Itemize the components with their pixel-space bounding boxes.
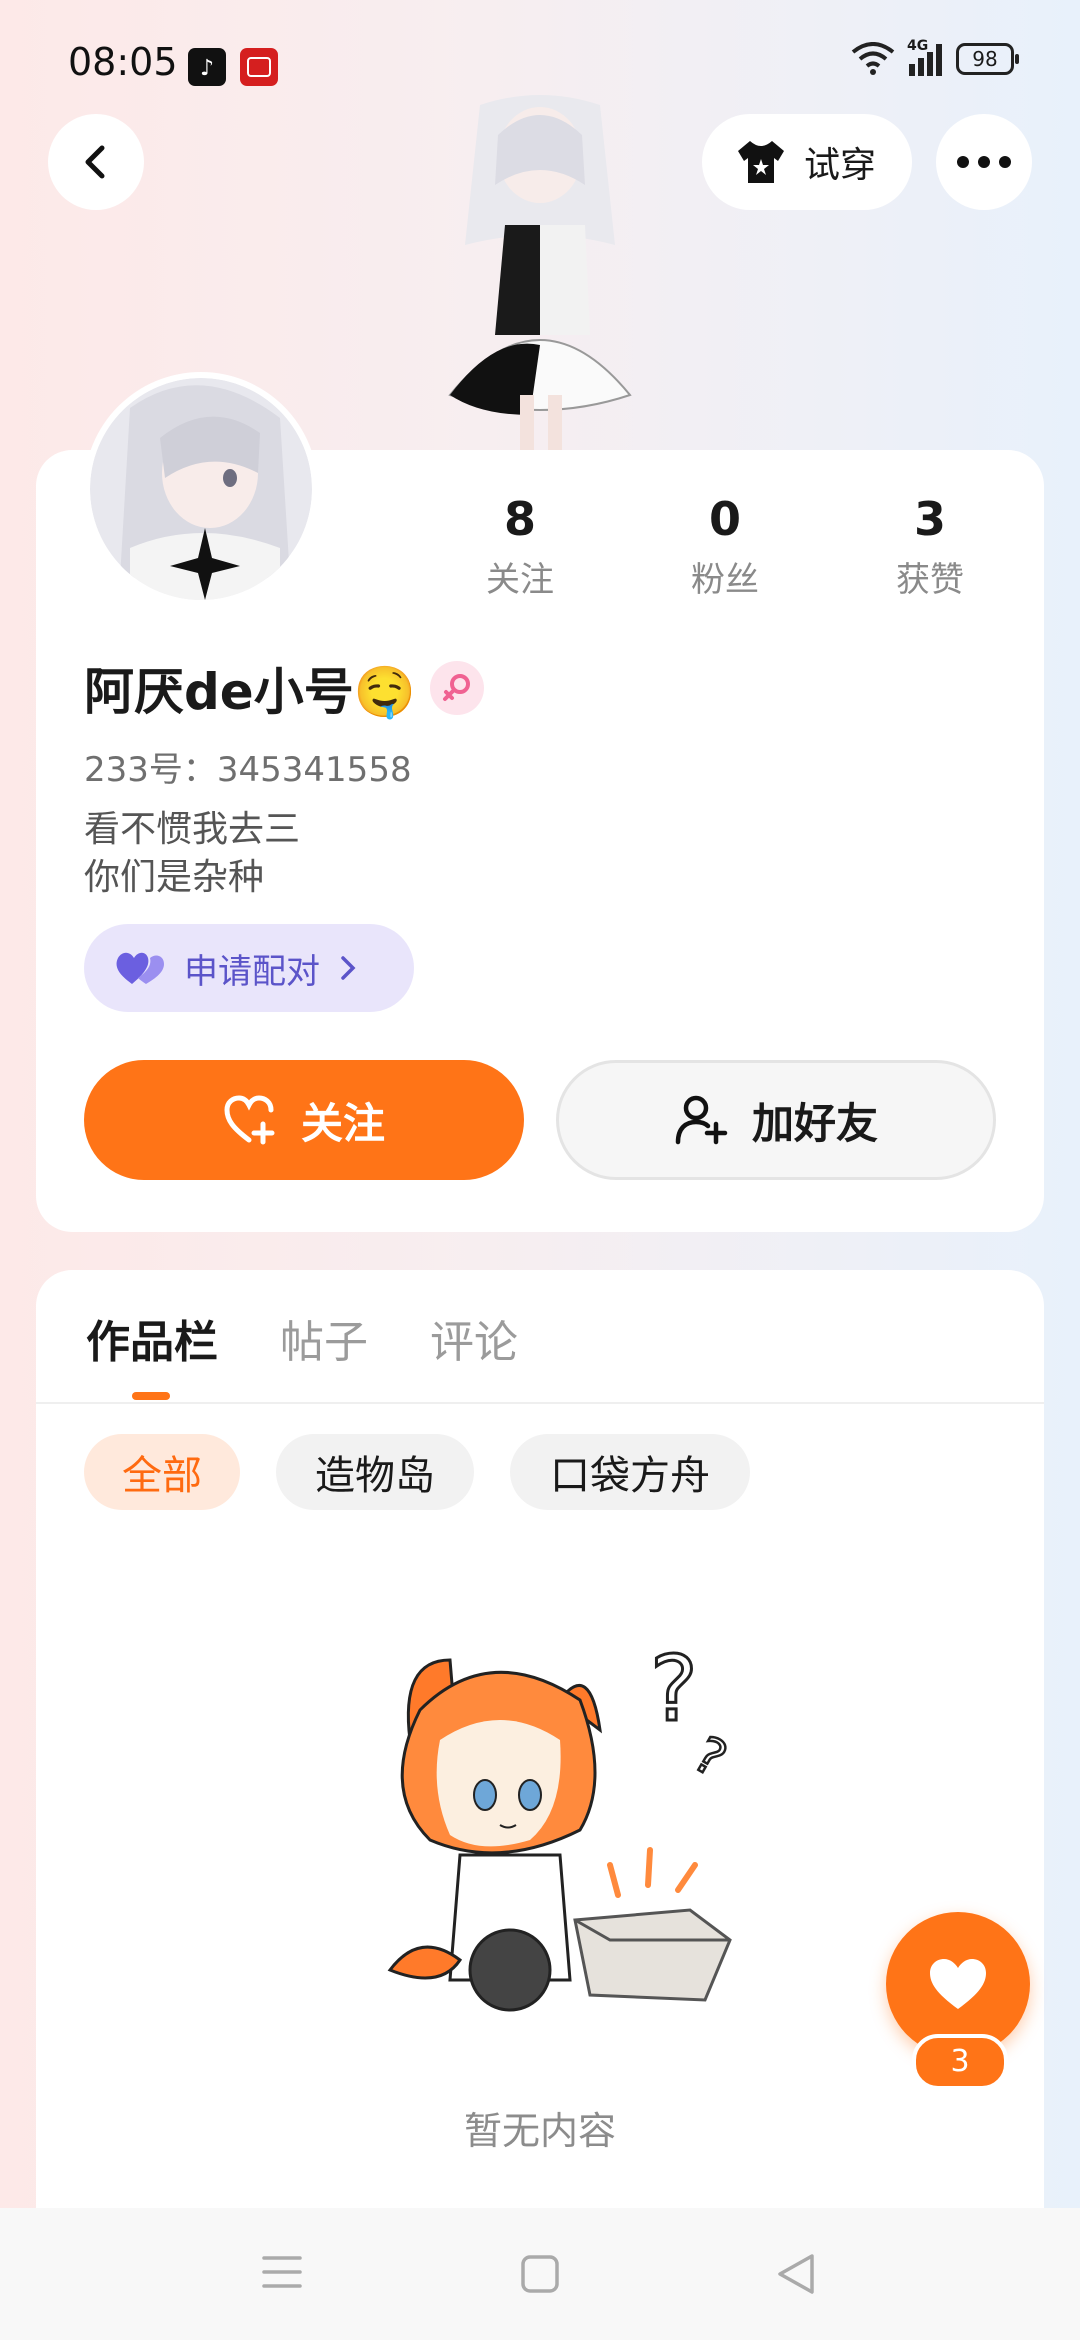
- filter-all[interactable]: 全部: [84, 1434, 240, 1510]
- tiktok-app-icon: ♪: [188, 48, 226, 86]
- bio-line: 你们是杂种: [84, 857, 265, 898]
- follow-label: 关注: [300, 1098, 385, 1148]
- heart-icon: [930, 1959, 986, 2009]
- profile-name: 阿厌de小号🤤: [84, 663, 416, 721]
- stat-value: 3: [913, 492, 946, 546]
- heart-plus-icon: [224, 1095, 275, 1145]
- try-on-button[interactable]: 试穿: [702, 114, 912, 210]
- filter-pocket-ark[interactable]: 口袋方舟: [510, 1434, 750, 1510]
- bio-line: 看不惯我去三: [84, 809, 301, 850]
- stat-likes[interactable]: 3 获赞: [850, 492, 1010, 601]
- signal-icon: 4G: [907, 38, 942, 76]
- battery-icon: 98: [956, 43, 1019, 75]
- request-pair-button[interactable]: 申请配对: [84, 924, 414, 1012]
- tab-works[interactable]: 作品栏: [86, 1306, 218, 1370]
- home-icon[interactable]: [520, 2254, 560, 2294]
- pair-label: 申请配对: [184, 951, 320, 992]
- like-count-badge: 3: [912, 2034, 1008, 2090]
- stat-fans[interactable]: 0 粉丝: [645, 492, 805, 601]
- stat-label: 获赞: [896, 560, 964, 600]
- add-friend-label: 加好友: [751, 1098, 878, 1148]
- follow-button[interactable]: 关注: [84, 1060, 524, 1180]
- chevron-left-icon: [85, 145, 105, 179]
- add-friend-button[interactable]: 加好友: [556, 1060, 996, 1180]
- empty-state-illustration: ? ?: [360, 1636, 760, 2040]
- active-tab-indicator: [132, 1392, 170, 1400]
- study-app-icon: [240, 48, 278, 86]
- user-id: 233号：345341558: [84, 750, 412, 790]
- more-dots-icon: [957, 156, 1011, 168]
- empty-state-text: 暂无内容: [463, 2109, 616, 2153]
- female-icon: [429, 661, 484, 715]
- svg-text:♪: ♪: [200, 56, 214, 81]
- back-button[interactable]: [48, 114, 144, 210]
- status-icons: 4G 98: [851, 38, 1019, 76]
- tshirt-icon: [738, 141, 784, 183]
- system-nav-bar: [0, 2208, 1080, 2340]
- character-model[interactable]: [410, 95, 670, 450]
- status-time: 08:05: [68, 40, 178, 84]
- tab-posts[interactable]: 帖子: [280, 1306, 368, 1370]
- stat-label: 关注: [486, 560, 554, 600]
- svg-text:?: ?: [650, 1640, 698, 1742]
- tab-divider: [36, 1402, 1044, 1404]
- tab-comments[interactable]: 评论: [430, 1306, 518, 1370]
- stat-following[interactable]: 8 关注: [440, 492, 600, 601]
- stat-value: 0: [708, 492, 741, 546]
- stat-value: 8: [503, 492, 536, 546]
- add-user-icon: [675, 1095, 728, 1145]
- profile-name-row: 阿厌de小号🤤: [84, 652, 484, 724]
- bio: 看不惯我去三 你们是杂种: [84, 806, 300, 902]
- wifi-icon: [851, 42, 895, 75]
- more-button[interactable]: [936, 114, 1032, 210]
- network-type: 4G: [907, 38, 929, 54]
- try-on-label: 试穿: [804, 145, 877, 186]
- filter-creation-island[interactable]: 造物岛: [276, 1434, 474, 1510]
- chevron-right-icon: [341, 956, 356, 980]
- menu-icon[interactable]: [262, 2254, 302, 2290]
- avatar[interactable]: [84, 372, 318, 606]
- back-nav-icon[interactable]: [776, 2252, 816, 2296]
- double-heart-icon: [116, 952, 164, 984]
- stat-label: 粉丝: [691, 560, 759, 600]
